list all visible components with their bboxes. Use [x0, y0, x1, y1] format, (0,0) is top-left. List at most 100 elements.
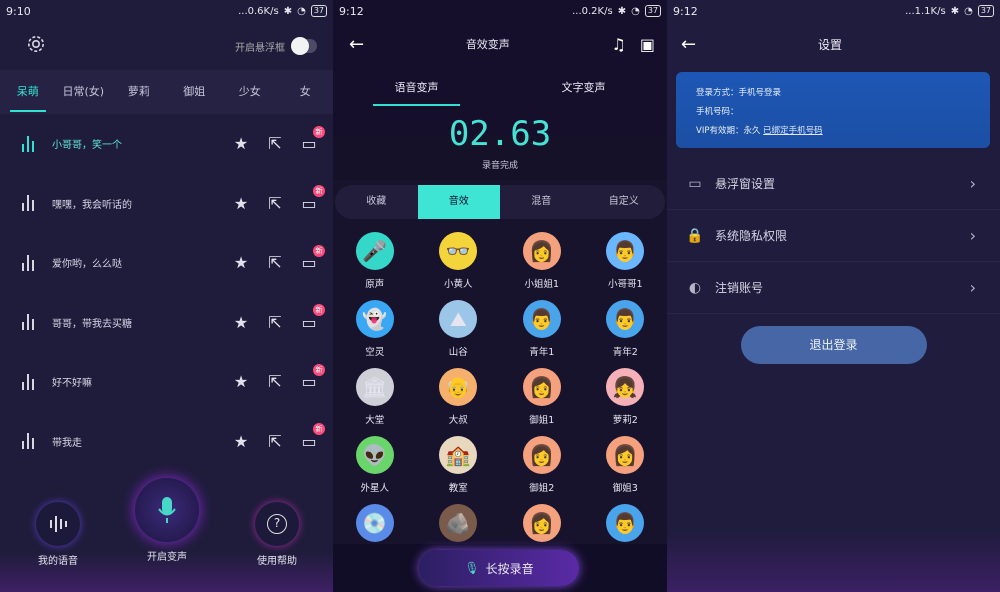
effect-item[interactable]: 👨 青年2	[584, 300, 668, 361]
float-window-toggle[interactable]	[291, 37, 317, 55]
list-item[interactable]: 带我走 ★ ⇱ ▭ 新	[0, 412, 333, 472]
tab-category[interactable]: 日常(女)	[56, 70, 112, 114]
effect-label: 空灵	[365, 347, 385, 358]
tab-category[interactable]: 萝莉	[111, 70, 167, 114]
effect-item[interactable]: 👓 小黄人	[417, 232, 501, 293]
status-bar: 9:12 ...0.2K/s ✱ ◔ 37	[333, 0, 667, 22]
settings-item-label: 系统隐私权限	[715, 229, 788, 243]
tab-category[interactable]: 女	[278, 70, 334, 114]
new-badge: 新	[313, 423, 325, 436]
effect-label: 御姐1	[529, 415, 555, 426]
star-icon[interactable]: ★	[231, 372, 251, 392]
effect-item[interactable]: 🎤 原声	[333, 232, 417, 293]
settings-item-cancel-account[interactable]: ◐ 注销账号 ›	[667, 262, 1000, 314]
chat-icon[interactable]: ▭ 新	[299, 423, 325, 451]
effect-item[interactable]: 👩 御姐1	[500, 368, 584, 429]
tab-category[interactable]: 少女	[222, 70, 278, 114]
lock-icon: 🔒	[686, 227, 704, 244]
effect-avatar-icon: 👩	[522, 504, 561, 542]
phrase-text: 哥哥，带我去买糖	[52, 318, 132, 330]
tab-category[interactable]: 呆萌	[0, 70, 56, 114]
segment-custom[interactable]: 自定义	[583, 185, 666, 219]
tab-text-change[interactable]: 文字变声	[500, 66, 667, 110]
settings-item-float-window[interactable]: ▭ 悬浮窗设置 ›	[667, 158, 1000, 210]
bound-phone-link[interactable]: 已绑定手机号码	[763, 126, 823, 136]
effect-item[interactable]: 👨 小哥哥1	[584, 232, 668, 293]
list-item[interactable]: 嘿嘿，我会听话的 ★ ⇱ ▭ 新	[0, 174, 333, 234]
share-icon[interactable]: ⇱	[265, 431, 285, 451]
status-time: 9:10	[6, 4, 31, 18]
effect-label: 小哥哥1	[607, 279, 643, 290]
share-icon[interactable]: ⇱	[265, 134, 285, 154]
effect-item[interactable]: 👧 萝莉2	[584, 368, 668, 429]
star-icon[interactable]: ★	[231, 253, 251, 273]
save-icon[interactable]: ▣	[640, 35, 655, 54]
star-icon[interactable]: ★	[231, 431, 251, 451]
effect-item[interactable]: 👽 外星人	[333, 436, 417, 497]
tab-voice-change[interactable]: 语音变声	[333, 66, 500, 110]
effect-item[interactable]: 👴 大叔	[417, 368, 501, 429]
nav-my-voice[interactable]: 我的语音	[33, 502, 83, 567]
hold-to-record-button[interactable]: 🎙 长按录音	[419, 550, 579, 586]
effect-item[interactable]: 👩 小姐姐1	[500, 232, 584, 293]
chat-icon[interactable]: ▭ 新	[299, 185, 325, 213]
new-badge: 新	[313, 244, 325, 257]
share-icon[interactable]: ⇱	[265, 372, 285, 392]
list-item[interactable]: 好不好嘛 ★ ⇱ ▭ 新	[0, 352, 333, 412]
back-arrow-icon[interactable]: ←	[349, 34, 364, 55]
list-item[interactable]: 小哥哥，笑一个 ★ ⇱ ▭ 新	[0, 114, 333, 174]
chat-icon[interactable]: ▭ 新	[299, 304, 325, 332]
music-list-icon[interactable]: ♫	[612, 35, 626, 54]
effect-label: 小黄人	[443, 279, 473, 290]
effect-avatar-icon: 🏫	[439, 436, 478, 474]
chevron-right-icon: ›	[969, 226, 976, 245]
segment-effects[interactable]: 音效	[417, 185, 500, 219]
effect-item[interactable]: 👨 青年1	[500, 300, 584, 361]
share-icon[interactable]: ⇱	[265, 253, 285, 273]
star-icon[interactable]: ★	[231, 312, 251, 332]
star-icon[interactable]: ★	[231, 134, 251, 154]
account-info-card: 登录方式：手机号登录 手机号码： VIP有效期：永久 已绑定手机号码	[676, 72, 990, 148]
tab-category[interactable]: 御姐	[167, 70, 223, 114]
nav-label: 我的语音	[38, 556, 78, 567]
effect-item[interactable]: 🏫 教室	[417, 436, 501, 497]
effect-item[interactable]: 👩 御姐3	[584, 436, 668, 497]
phone-number: 手机号码：	[696, 107, 739, 117]
effect-label: 外星人	[360, 483, 389, 494]
effect-avatar-icon: 👨	[606, 300, 645, 338]
effect-avatar-icon: 👨	[522, 300, 561, 338]
effect-item[interactable]: 👩 御姐2	[500, 436, 584, 497]
network-speed: ...1.1K/s	[905, 5, 946, 17]
effect-avatar-icon: 👧	[606, 368, 645, 406]
phrase-text: 爱你哟，么么哒	[52, 259, 122, 271]
bluetooth-icon: ✱	[283, 5, 293, 17]
list-item[interactable]: 哥哥，带我去买糖 ★ ⇱ ▭ 新	[0, 293, 333, 353]
star-icon[interactable]: ★	[231, 193, 251, 213]
effect-avatar-icon: 👩	[522, 232, 561, 270]
back-arrow-icon[interactable]: ←	[681, 34, 696, 55]
effect-avatar-icon: 🪨	[439, 504, 478, 542]
effect-item[interactable]: 👻 空灵	[333, 300, 417, 361]
logout-button[interactable]: 退出登录	[740, 326, 927, 364]
share-icon[interactable]: ⇱	[265, 193, 285, 213]
list-item[interactable]: 爱你哟，么么哒 ★ ⇱ ▭ 新	[0, 233, 333, 293]
battery-icon: 37	[977, 5, 994, 17]
effect-avatar-icon: 👩	[606, 436, 645, 474]
settings-item-privacy[interactable]: 🔒 系统隐私权限 ›	[667, 210, 1000, 262]
effect-item[interactable]: 🏛 大堂	[333, 368, 417, 429]
gear-icon[interactable]	[26, 34, 46, 58]
chat-icon[interactable]: ▭ 新	[299, 125, 325, 154]
effect-avatar-icon: 🎤	[355, 232, 394, 270]
audio-bars-icon	[22, 314, 38, 331]
segment-favorites[interactable]: 收藏	[335, 185, 418, 219]
chat-icon[interactable]: ▭ 新	[299, 244, 325, 273]
category-tabs: 呆萌 日常(女) 萝莉 御姐 少女 女	[0, 70, 333, 114]
effect-item[interactable]: ⛰ 山谷	[417, 300, 501, 361]
network-speed: ...0.6K/s	[238, 5, 279, 17]
effect-avatar-icon: 👨	[606, 504, 645, 542]
share-icon[interactable]: ⇱	[265, 312, 285, 332]
chat-icon[interactable]: ▭ 新	[299, 363, 325, 392]
nav-start-voice-change[interactable]: 开启变声	[132, 478, 202, 563]
segment-mix[interactable]: 混音	[500, 185, 583, 219]
nav-help[interactable]: ? 使用帮助	[252, 502, 302, 567]
